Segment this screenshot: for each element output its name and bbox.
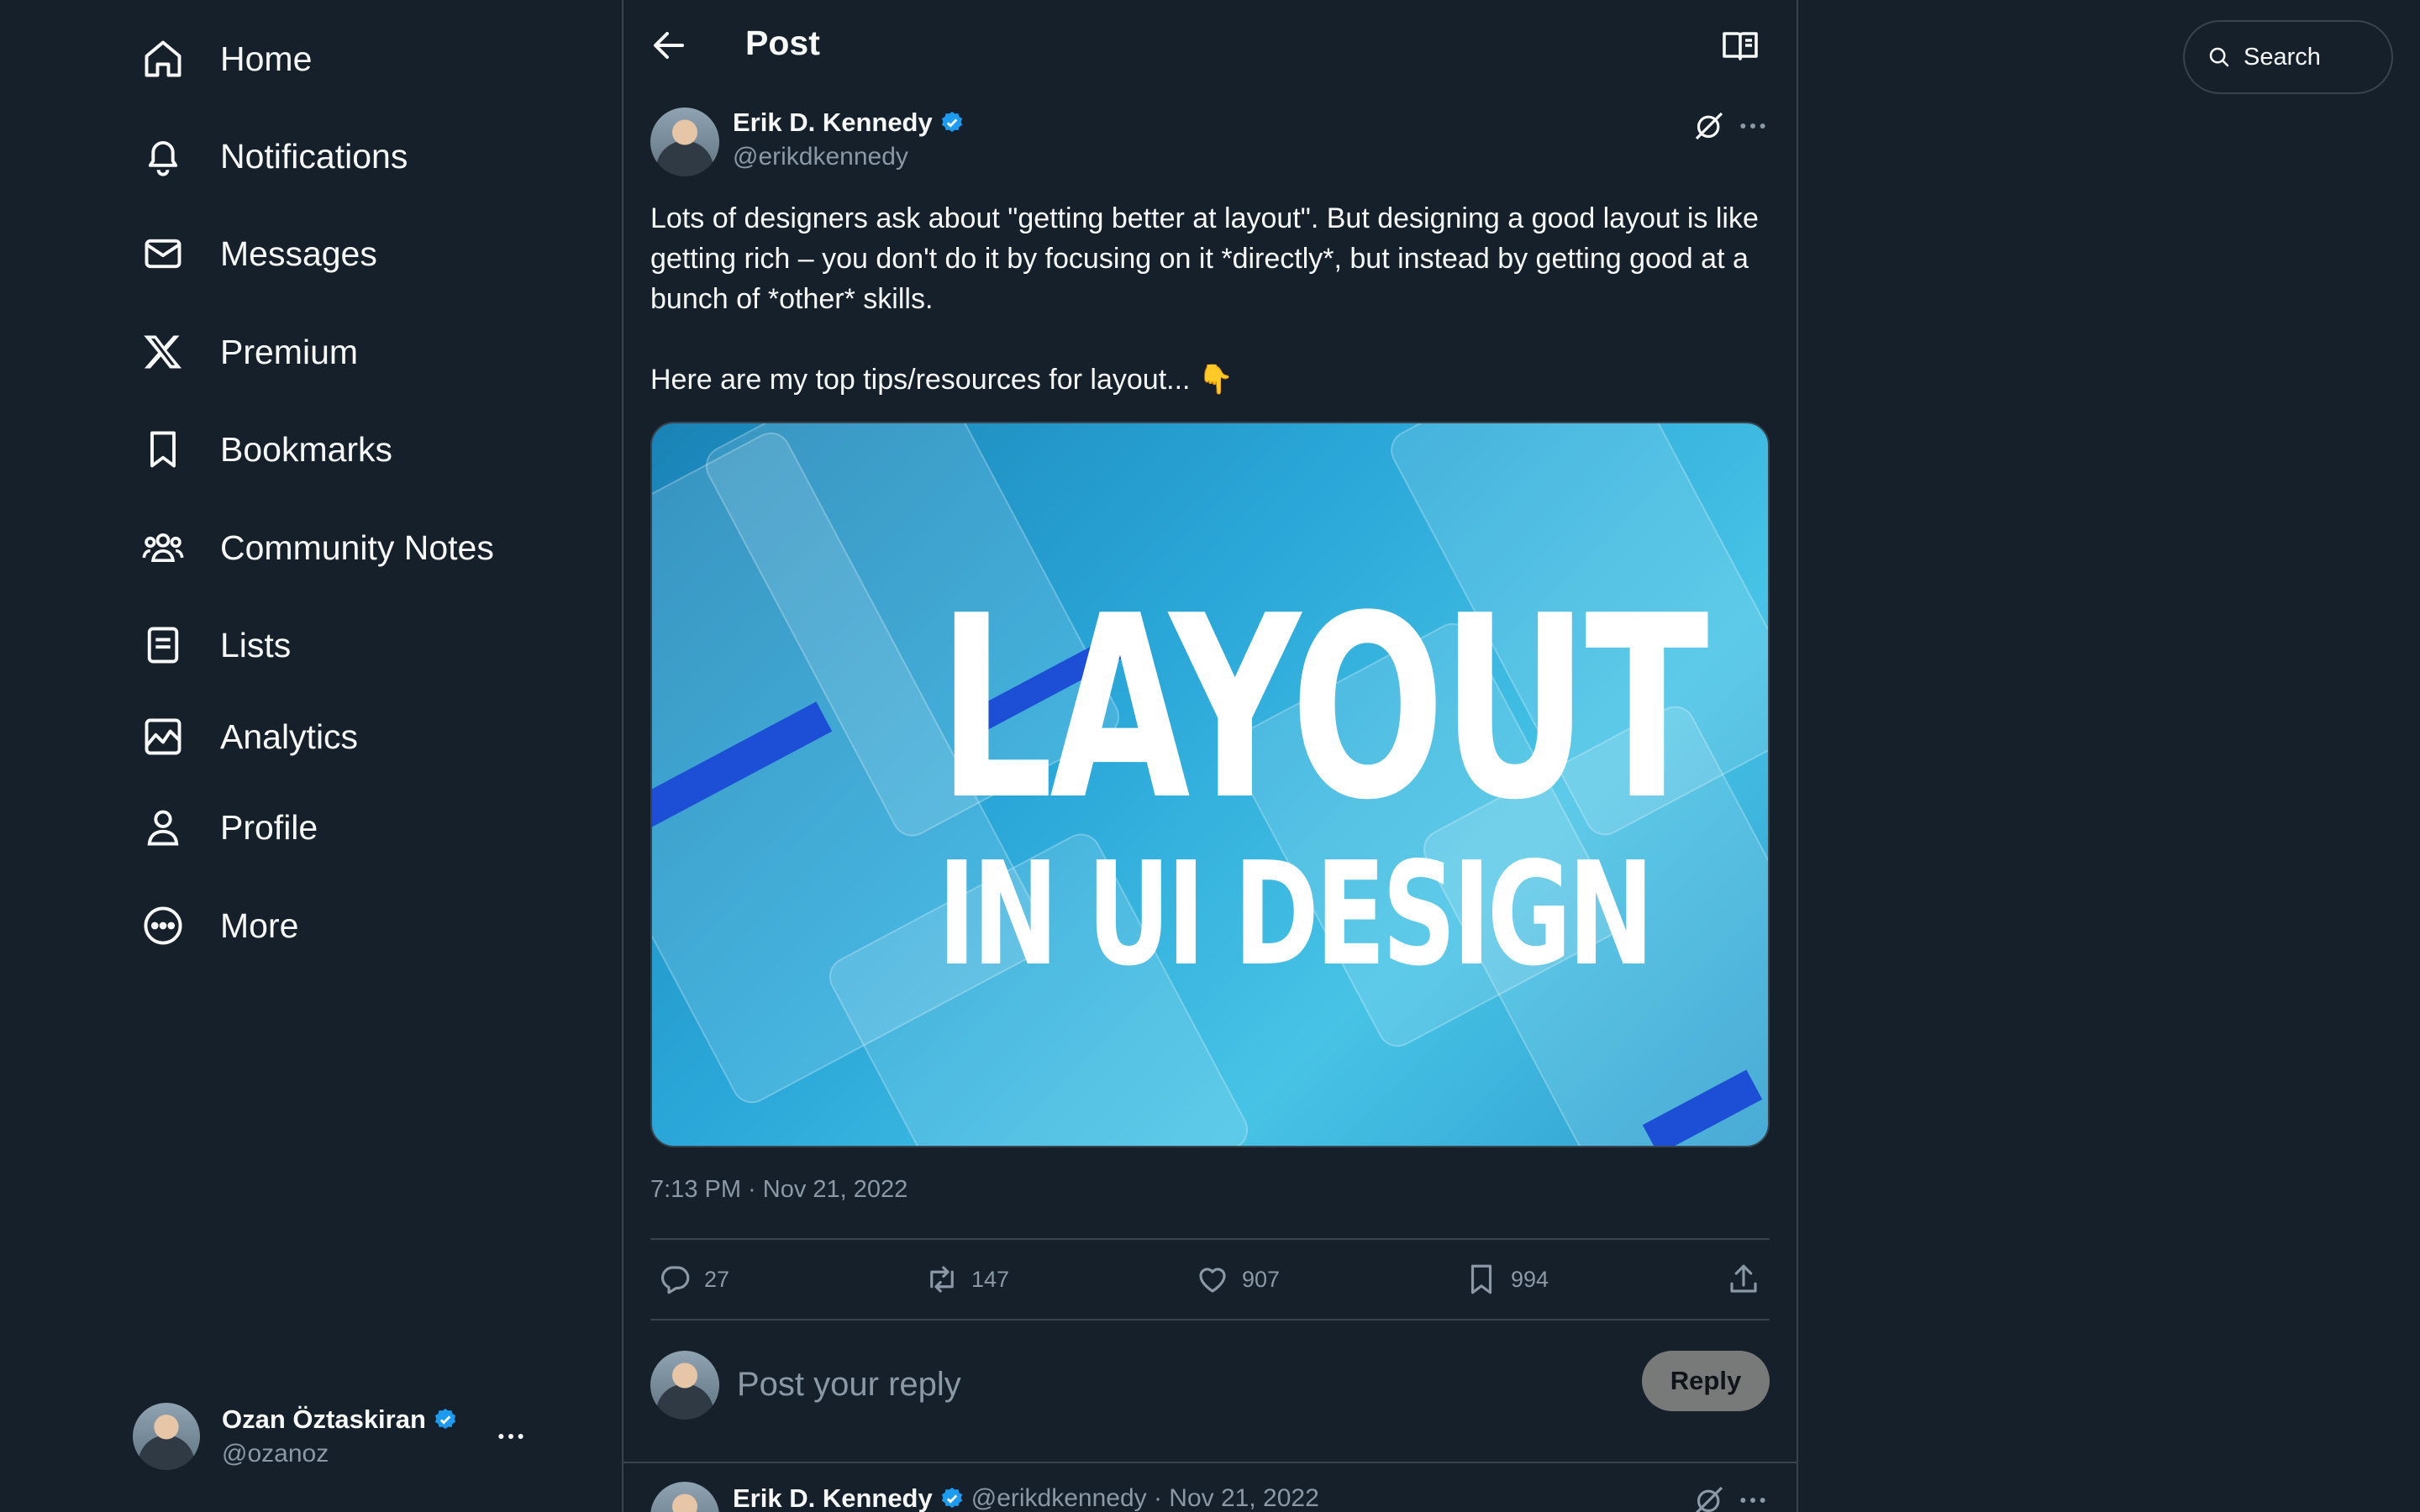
next-post-meta: @erikdkennedy · Nov 21, 2022: [971, 1484, 1319, 1512]
post-timestamp[interactable]: 7:13 PM · Nov 21, 2022: [650, 1176, 908, 1204]
nav-label-community-notes: Community Notes: [220, 528, 494, 567]
repost-count: 147: [971, 1266, 1010, 1292]
grok-icon[interactable]: [1692, 1483, 1726, 1512]
post-media-image[interactable]: LAYOUT IN UI DESIGN: [650, 422, 1770, 1147]
reader-mode-icon[interactable]: [1720, 25, 1760, 66]
next-post-author: Erik D. Kennedy: [733, 1483, 933, 1512]
bookmark-icon: [150, 431, 176, 468]
reply-count: 27: [704, 1266, 730, 1292]
verified-badge-icon: [941, 111, 962, 133]
media-title-line2: IN UI DESIGN: [938, 832, 1654, 998]
page-title: Post: [745, 24, 820, 62]
like-action[interactable]: 907: [1195, 1262, 1280, 1297]
media-title: LAYOUT IN UI DESIGN: [938, 562, 1709, 998]
search-input[interactable]: [2244, 43, 2386, 71]
nav-label-premium: Premium: [220, 332, 359, 371]
primary-nav: Home Notifications Messages Premium Book…: [0, 0, 622, 1512]
nav-item-lists[interactable]: Lists: [133, 612, 299, 679]
post-author-avatar[interactable]: [650, 108, 719, 176]
x-logo-icon: [144, 335, 182, 369]
nav-label-bookmarks: Bookmarks: [220, 429, 393, 469]
bookmark-action[interactable]: 994: [1464, 1262, 1549, 1297]
media-title-line1: LAYOUT: [938, 562, 1709, 855]
repost-action[interactable]: 147: [924, 1262, 1009, 1297]
bookmark-count: 994: [1511, 1266, 1549, 1292]
post-header: Post: [623, 0, 1797, 89]
repost-icon: [930, 1266, 954, 1293]
search-box[interactable]: [2183, 20, 2393, 94]
divider: [650, 1238, 1770, 1240]
back-arrow-icon[interactable]: [649, 25, 689, 66]
nav-label-messages: Messages: [220, 234, 377, 273]
grok-icon[interactable]: [1692, 109, 1726, 143]
people-icon: [142, 533, 184, 563]
account-switcher[interactable]: Ozan Öztaskiran @ozanoz: [133, 1394, 536, 1478]
next-post-avatar[interactable]: [650, 1482, 719, 1512]
post-column: Post Erik D. Kennedy @erikdkennedy Lots …: [622, 0, 1798, 1512]
share-icon: [1730, 1264, 1757, 1293]
divider: [650, 1319, 1770, 1320]
nav-item-messages[interactable]: Messages: [133, 220, 386, 287]
envelope-icon: [145, 239, 182, 269]
reply-icon: [661, 1266, 690, 1294]
more-horizontal-icon[interactable]: [1736, 109, 1770, 143]
bell-icon: [148, 141, 178, 176]
nav-item-premium[interactable]: Premium: [133, 318, 366, 386]
more-horizontal-icon[interactable]: [494, 1420, 528, 1453]
search-icon: [2209, 47, 2229, 67]
app-root: { "nav": { "items": [ {"label": "Home", …: [0, 0, 2420, 1512]
reply-action[interactable]: 27: [657, 1262, 729, 1297]
reply-avatar: [650, 1351, 719, 1420]
nav-item-more[interactable]: More: [133, 892, 307, 959]
nav-item-bookmarks[interactable]: Bookmarks: [133, 416, 401, 483]
nav-label-more: More: [220, 906, 299, 945]
nav-label-lists: Lists: [220, 625, 292, 664]
nav-item-home[interactable]: Home: [133, 25, 320, 92]
more-horizontal-icon[interactable]: [1736, 1483, 1770, 1512]
nav-item-analytics[interactable]: Analytics: [133, 703, 366, 770]
reply-input[interactable]: [737, 1359, 1409, 1410]
nav-label-analytics: Analytics: [220, 717, 359, 756]
nav-label-profile: Profile: [220, 807, 318, 847]
nav-item-community-notes[interactable]: Community Notes: [133, 514, 502, 581]
like-count: 907: [1242, 1266, 1281, 1292]
list-icon: [147, 627, 179, 664]
reply-button[interactable]: Reply: [1642, 1351, 1770, 1411]
nav-item-profile[interactable]: Profile: [133, 794, 326, 861]
divider: [623, 1462, 1797, 1463]
post-author[interactable]: Erik D. Kennedy @erikdkennedy: [733, 108, 965, 171]
home-icon: [145, 40, 182, 77]
nav-label-home: Home: [220, 39, 313, 78]
share-action[interactable]: [1726, 1262, 1761, 1297]
bookmark-icon: [1470, 1264, 1492, 1294]
nav-item-notifications[interactable]: Notifications: [133, 123, 416, 190]
account-handle: @ozanoz: [222, 1440, 329, 1467]
account-name: Ozan Öztaskiran: [222, 1404, 426, 1434]
nav-label-notifications: Notifications: [220, 136, 408, 176]
post-text: Lots of designers ask about "getting bet…: [650, 202, 1759, 396]
avatar: [133, 1403, 200, 1470]
verified-badge-icon: [941, 1487, 962, 1509]
more-circle-icon: [144, 906, 182, 945]
author-handle: @erikdkennedy: [733, 143, 908, 171]
verified-badge-icon: [434, 1408, 456, 1430]
author-name: Erik D. Kennedy: [733, 108, 933, 137]
chart-icon: [145, 718, 182, 755]
heart-icon: [1199, 1268, 1226, 1293]
next-post-header[interactable]: Erik D. Kennedy @erikdkennedy · Nov 21, …: [733, 1483, 1319, 1512]
person-icon: [147, 810, 179, 846]
